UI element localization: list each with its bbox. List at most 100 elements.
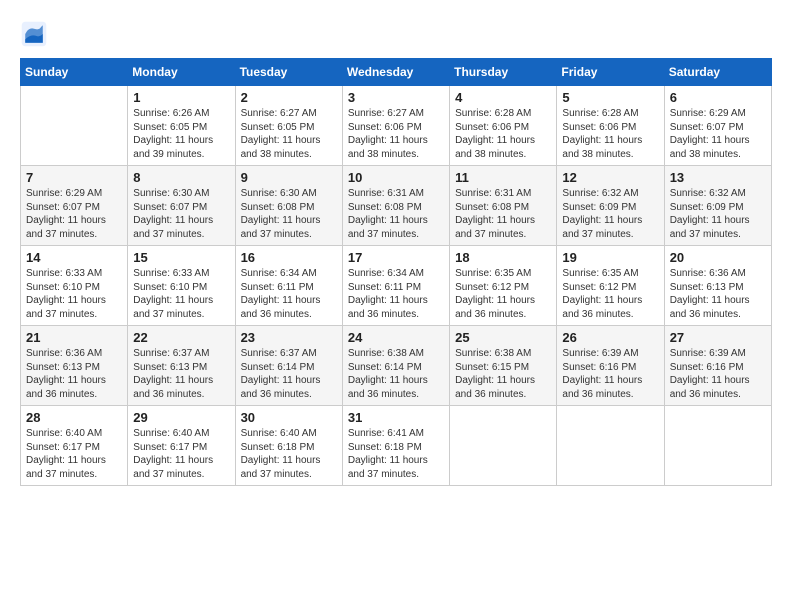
day-number: 3: [348, 90, 444, 105]
calendar-cell: [21, 86, 128, 166]
day-number: 19: [562, 250, 658, 265]
day-info: Sunrise: 6:40 AMSunset: 6:18 PMDaylight:…: [241, 427, 337, 481]
header-sunday: Sunday: [21, 59, 128, 86]
calendar-cell: 8Sunrise: 6:30 AMSunset: 6:07 PMDaylight…: [128, 166, 235, 246]
calendar-cell: [450, 406, 557, 486]
calendar-cell: 10 Sunrise: 6:31 AMSunset: 6:08 PMDayligh…: [342, 166, 449, 246]
calendar-week-row: 14 Sunrise: 6:33 AMSunset: 6:10 PMDayligh…: [21, 246, 772, 326]
day-info: Sunrise: 6:40 AMSunset: 6:17 PMDaylight:…: [26, 427, 122, 481]
day-number: 6: [670, 90, 766, 105]
day-info: Sunrise: 6:36 AMSunset: 6:13 PMDaylight:…: [670, 267, 766, 321]
day-info: Sunrise: 6:34 AMSunset: 6:11 PMDaylight:…: [241, 267, 337, 321]
calendar-cell: 28 Sunrise: 6:40 AMSunset: 6:17 PMDayligh…: [21, 406, 128, 486]
calendar-cell: 23 Sunrise: 6:37 AMSunset: 6:14 PMDayligh…: [235, 326, 342, 406]
calendar-week-row: 1 Sunrise: 6:26 AMSunset: 6:05 PMDaylight…: [21, 86, 772, 166]
day-number: 30: [241, 410, 337, 425]
day-number: 8: [133, 170, 229, 185]
calendar-cell: 2Sunrise: 6:27 AMSunset: 6:05 PMDaylight…: [235, 86, 342, 166]
calendar-cell: 15Sunrise: 6:33 AMSunset: 6:10 PMDayligh…: [128, 246, 235, 326]
day-number: 15: [133, 250, 229, 265]
logo-icon: [20, 20, 48, 48]
calendar-week-row: 7 Sunrise: 6:29 AMSunset: 6:07 PMDaylight…: [21, 166, 772, 246]
calendar-cell: 6 Sunrise: 6:29 AMSunset: 6:07 PMDaylight…: [664, 86, 771, 166]
header-tuesday: Tuesday: [235, 59, 342, 86]
calendar-cell: 14 Sunrise: 6:33 AMSunset: 6:10 PMDayligh…: [21, 246, 128, 326]
day-number: 25: [455, 330, 551, 345]
day-info: Sunrise: 6:29 AMSunset: 6:07 PMDaylight:…: [670, 107, 766, 161]
calendar-cell: 25 Sunrise: 6:38 AMSunset: 6:15 PMDayligh…: [450, 326, 557, 406]
day-info: Sunrise: 6:28 AMSunset: 6:06 PMDaylight:…: [562, 107, 658, 161]
day-number: 1: [133, 90, 229, 105]
calendar-header-row: SundayMondayTuesdayWednesdayThursdayFrid…: [21, 59, 772, 86]
day-number: 27: [670, 330, 766, 345]
calendar-cell: 24Sunrise: 6:38 AMSunset: 6:14 PMDayligh…: [342, 326, 449, 406]
day-number: 22: [133, 330, 229, 345]
calendar-table: SundayMondayTuesdayWednesdayThursdayFrid…: [20, 58, 772, 486]
day-info: Sunrise: 6:32 AMSunset: 6:09 PMDaylight:…: [562, 187, 658, 241]
day-number: 23: [241, 330, 337, 345]
header-saturday: Saturday: [664, 59, 771, 86]
calendar-cell: 22 Sunrise: 6:37 AMSunset: 6:13 PMDayligh…: [128, 326, 235, 406]
day-info: Sunrise: 6:29 AMSunset: 6:07 PMDaylight:…: [26, 187, 122, 241]
day-number: 26: [562, 330, 658, 345]
day-info: Sunrise: 6:27 AMSunset: 6:06 PMDaylight:…: [348, 107, 444, 161]
day-info: Sunrise: 6:32 AMSunset: 6:09 PMDaylight:…: [670, 187, 766, 241]
calendar-cell: 1 Sunrise: 6:26 AMSunset: 6:05 PMDaylight…: [128, 86, 235, 166]
day-info: Sunrise: 6:38 AMSunset: 6:15 PMDaylight:…: [455, 347, 551, 401]
day-number: 5: [562, 90, 658, 105]
day-info: Sunrise: 6:41 AMSunset: 6:18 PMDaylight:…: [348, 427, 444, 481]
calendar-cell: 9 Sunrise: 6:30 AMSunset: 6:08 PMDaylight…: [235, 166, 342, 246]
calendar-cell: [557, 406, 664, 486]
day-info: Sunrise: 6:37 AMSunset: 6:14 PMDaylight:…: [241, 347, 337, 401]
day-number: 21: [26, 330, 122, 345]
day-info: Sunrise: 6:26 AMSunset: 6:05 PMDaylight:…: [133, 107, 229, 161]
day-info: Sunrise: 6:40 AMSunset: 6:17 PMDaylight:…: [133, 427, 229, 481]
day-number: 28: [26, 410, 122, 425]
calendar-cell: 30 Sunrise: 6:40 AMSunset: 6:18 PMDayligh…: [235, 406, 342, 486]
calendar-cell: 31Sunrise: 6:41 AMSunset: 6:18 PMDayligh…: [342, 406, 449, 486]
day-number: 16: [241, 250, 337, 265]
day-number: 12: [562, 170, 658, 185]
calendar-cell: 18Sunrise: 6:35 AMSunset: 6:12 PMDayligh…: [450, 246, 557, 326]
day-number: 7: [26, 170, 122, 185]
day-info: Sunrise: 6:36 AMSunset: 6:13 PMDaylight:…: [26, 347, 122, 401]
day-info: Sunrise: 6:30 AMSunset: 6:08 PMDaylight:…: [241, 187, 337, 241]
calendar-cell: [664, 406, 771, 486]
day-info: Sunrise: 6:34 AMSunset: 6:11 PMDaylight:…: [348, 267, 444, 321]
header-monday: Monday: [128, 59, 235, 86]
header-friday: Friday: [557, 59, 664, 86]
day-number: 11: [455, 170, 551, 185]
day-info: Sunrise: 6:37 AMSunset: 6:13 PMDaylight:…: [133, 347, 229, 401]
day-info: Sunrise: 6:35 AMSunset: 6:12 PMDaylight:…: [455, 267, 551, 321]
calendar-cell: 27 Sunrise: 6:39 AMSunset: 6:16 PMDayligh…: [664, 326, 771, 406]
calendar-cell: 29Sunrise: 6:40 AMSunset: 6:17 PMDayligh…: [128, 406, 235, 486]
calendar-cell: 16 Sunrise: 6:34 AMSunset: 6:11 PMDayligh…: [235, 246, 342, 326]
header-wednesday: Wednesday: [342, 59, 449, 86]
calendar-cell: 19 Sunrise: 6:35 AMSunset: 6:12 PMDayligh…: [557, 246, 664, 326]
day-number: 10: [348, 170, 444, 185]
day-number: 13: [670, 170, 766, 185]
calendar-cell: 26Sunrise: 6:39 AMSunset: 6:16 PMDayligh…: [557, 326, 664, 406]
day-info: Sunrise: 6:31 AMSunset: 6:08 PMDaylight:…: [348, 187, 444, 241]
page-header: [20, 20, 772, 48]
logo: [20, 20, 52, 48]
day-number: 24: [348, 330, 444, 345]
calendar-cell: 17Sunrise: 6:34 AMSunset: 6:11 PMDayligh…: [342, 246, 449, 326]
calendar-cell: 21 Sunrise: 6:36 AMSunset: 6:13 PMDayligh…: [21, 326, 128, 406]
day-number: 9: [241, 170, 337, 185]
calendar-cell: 13 Sunrise: 6:32 AMSunset: 6:09 PMDayligh…: [664, 166, 771, 246]
day-info: Sunrise: 6:35 AMSunset: 6:12 PMDaylight:…: [562, 267, 658, 321]
calendar-cell: 20 Sunrise: 6:36 AMSunset: 6:13 PMDayligh…: [664, 246, 771, 326]
day-info: Sunrise: 6:39 AMSunset: 6:16 PMDaylight:…: [670, 347, 766, 401]
calendar-cell: 5 Sunrise: 6:28 AMSunset: 6:06 PMDaylight…: [557, 86, 664, 166]
calendar-week-row: 28 Sunrise: 6:40 AMSunset: 6:17 PMDayligh…: [21, 406, 772, 486]
day-number: 20: [670, 250, 766, 265]
calendar-cell: 4Sunrise: 6:28 AMSunset: 6:06 PMDaylight…: [450, 86, 557, 166]
day-info: Sunrise: 6:27 AMSunset: 6:05 PMDaylight:…: [241, 107, 337, 161]
day-number: 14: [26, 250, 122, 265]
calendar-cell: 12 Sunrise: 6:32 AMSunset: 6:09 PMDayligh…: [557, 166, 664, 246]
calendar-cell: 11 Sunrise: 6:31 AMSunset: 6:08 PMDayligh…: [450, 166, 557, 246]
day-info: Sunrise: 6:33 AMSunset: 6:10 PMDaylight:…: [26, 267, 122, 321]
day-info: Sunrise: 6:31 AMSunset: 6:08 PMDaylight:…: [455, 187, 551, 241]
calendar-cell: 7 Sunrise: 6:29 AMSunset: 6:07 PMDaylight…: [21, 166, 128, 246]
